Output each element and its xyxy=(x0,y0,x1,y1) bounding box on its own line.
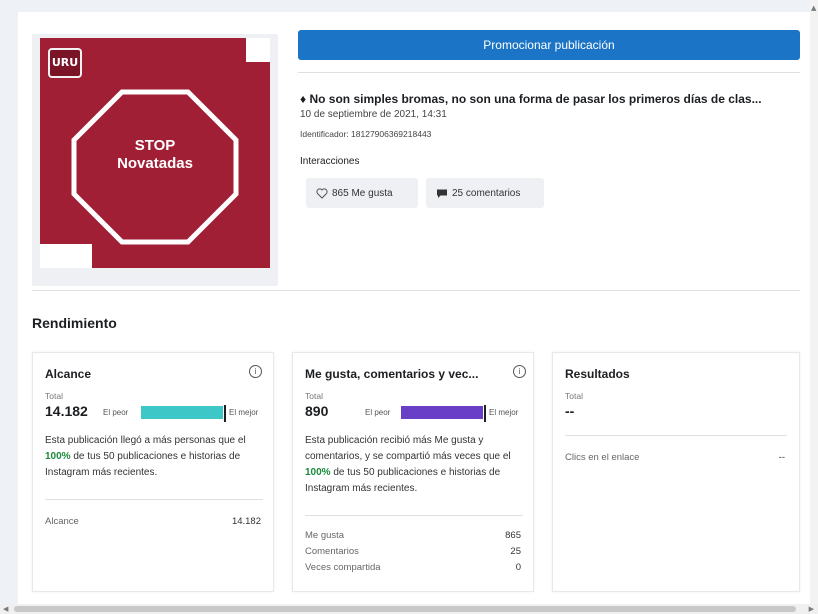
uru-logo: URU xyxy=(48,48,82,78)
post-insights-panel: STOP Novatadas URU Promocionar publicaci… xyxy=(18,12,810,606)
best-label: El mejor xyxy=(489,408,519,417)
comparison-bar xyxy=(401,405,486,422)
worst-label: El peor xyxy=(365,408,391,417)
card-description: Esta publicación recibió más Me gusta y … xyxy=(305,435,511,494)
metric-row-value: -- xyxy=(778,452,785,463)
sign-line1: STOP xyxy=(135,137,176,154)
scroll-right-icon[interactable]: ▶ xyxy=(809,605,814,613)
total-label: Total xyxy=(565,391,583,401)
interactions-label: Interacciones xyxy=(300,156,360,167)
scroll-up-icon[interactable]: ▲ xyxy=(811,4,816,12)
best-label: El mejor xyxy=(229,408,259,417)
card-title: Resultados xyxy=(565,367,630,381)
promote-post-button[interactable]: Promocionar publicación xyxy=(298,30,800,60)
card-description: Esta publicación llegó a más personas qu… xyxy=(45,435,246,478)
info-icon[interactable]: i xyxy=(249,365,262,378)
likes-chip[interactable]: 865 Me gusta xyxy=(306,178,418,208)
post-image[interactable]: STOP Novatadas URU xyxy=(40,38,270,268)
horizontal-scrollbar[interactable]: ◀ ▶ xyxy=(0,604,818,614)
divider xyxy=(565,435,787,436)
sign-line2: Novatadas xyxy=(117,155,193,172)
card-title: Alcance xyxy=(45,367,92,381)
metric-row-value: 0 xyxy=(515,562,521,573)
divider xyxy=(45,499,263,500)
divider xyxy=(32,290,800,291)
metric-row-value: 865 xyxy=(505,530,521,541)
post-identifier: Identificador: 18127906369218443 xyxy=(300,129,432,139)
metric-row-label: Alcance xyxy=(45,516,79,527)
heart-icon xyxy=(316,187,328,199)
total-label: Total xyxy=(305,391,323,401)
post-title: ♦ No son simples bromas, no son una form… xyxy=(300,92,762,106)
metric-row-value: 14.182 xyxy=(231,516,261,527)
comment-icon xyxy=(437,189,447,198)
image-corner xyxy=(246,38,270,62)
total-value: 14.182 xyxy=(45,403,88,419)
performance-title: Rendimiento xyxy=(32,315,117,331)
divider xyxy=(305,515,523,516)
divider xyxy=(298,72,800,73)
comparison-bar xyxy=(141,405,226,422)
comments-chip[interactable]: 25 comentarios xyxy=(426,178,544,208)
info-icon[interactable]: i xyxy=(513,365,526,378)
metric-row-value: 25 xyxy=(510,546,521,557)
highlight-percent: 100% xyxy=(45,451,71,462)
total-label: Total xyxy=(45,391,63,401)
likes-chip-label: 865 Me gusta xyxy=(332,187,393,199)
results-card: Resultados Total -- Clics en el enlace -… xyxy=(552,352,800,592)
reach-card: Alcance i Total 14.182 El peor El mejor … xyxy=(32,352,274,592)
total-value: 890 xyxy=(305,403,329,419)
card-title: Me gusta, comentarios y vec... xyxy=(305,367,479,381)
total-value: -- xyxy=(565,403,575,419)
image-corner xyxy=(40,244,92,268)
vertical-scrollbar[interactable]: ▲ xyxy=(810,0,818,614)
metric-row-label: Me gusta xyxy=(305,530,345,541)
worst-label: El peor xyxy=(103,408,129,417)
scrollbar-thumb[interactable] xyxy=(14,606,796,612)
engagement-card: Me gusta, comentarios y vec... i Total 8… xyxy=(292,352,534,592)
comments-chip-label: 25 comentarios xyxy=(452,187,521,199)
bar-marker xyxy=(224,405,226,422)
scroll-left-icon[interactable]: ◀ xyxy=(3,605,8,613)
highlight-percent: 100% xyxy=(305,467,331,478)
metric-row-label: Veces compartida xyxy=(305,562,381,573)
bar-marker xyxy=(484,405,486,422)
metric-row-label: Clics en el enlace xyxy=(565,452,640,463)
post-date: 10 de septiembre de 2021, 14:31 xyxy=(300,109,447,120)
metric-row-label: Comentarios xyxy=(305,546,359,557)
